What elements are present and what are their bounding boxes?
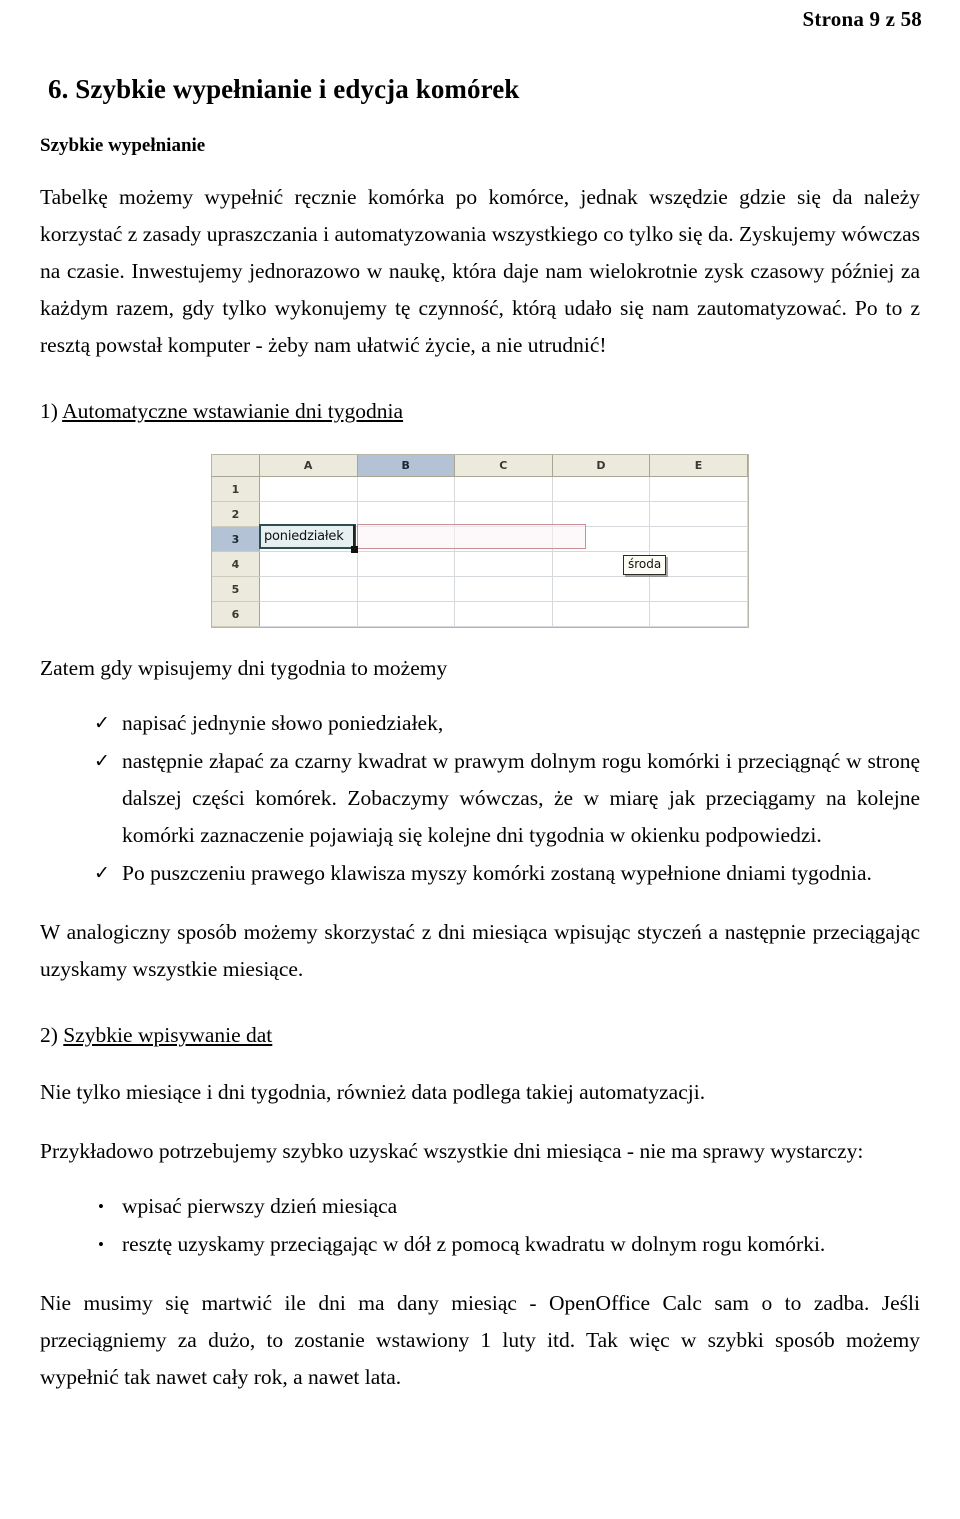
cell-a4[interactable] [259, 551, 358, 577]
row-header-2[interactable]: 2 [212, 501, 260, 527]
page-number-label: Strona 9 z 58 [802, 7, 922, 31]
list-item: ✓ następnie złapać za czarny kwadrat w p… [94, 743, 920, 854]
cell-c5[interactable] [454, 576, 553, 602]
cell-a2[interactable] [259, 501, 358, 527]
bullet-dot-icon: • [98, 1235, 104, 1254]
spreadsheet-grid: A B C D E 1 2 3 4 5 6 [212, 455, 748, 627]
checkmark-icon: ✓ [94, 863, 110, 884]
cell-e3[interactable] [649, 526, 748, 552]
cell-d2[interactable] [552, 501, 651, 527]
checkmark-icon: ✓ [94, 713, 110, 734]
list-item-text: resztę uzyskamy przeciągając w dół z pom… [122, 1232, 826, 1256]
section-1-closing-paragraph: W analogiczny sposób możemy skorzystać z… [40, 920, 920, 981]
bullet-dot-icon: • [98, 1197, 104, 1216]
spreadsheet-figure: A B C D E 1 2 3 4 5 6 poniedziałek środa [32, 454, 928, 628]
spreadsheet-row: 3 [212, 526, 748, 552]
column-header-d[interactable]: D [552, 455, 651, 477]
cell-d3[interactable] [552, 526, 651, 552]
cell-e1[interactable] [649, 476, 748, 502]
section-2-title: Szybkie wpisywanie dat [63, 1023, 273, 1047]
intro-paragraph: Tabelkę możemy wypełnić ręcznie komórka … [40, 185, 920, 357]
cell-b1[interactable] [357, 476, 456, 502]
cell-c3[interactable] [454, 526, 553, 552]
column-header-e[interactable]: E [649, 455, 748, 477]
cell-b6[interactable] [357, 601, 456, 627]
section-1-title: Automatyczne wstawianie dni tygodnia [62, 399, 404, 423]
cell-c6[interactable] [454, 601, 553, 627]
section-2-number: 2) [40, 1023, 58, 1047]
cell-d1[interactable] [552, 476, 651, 502]
column-header-b[interactable]: B [357, 455, 456, 477]
cell-b5[interactable] [357, 576, 456, 602]
row-header-3[interactable]: 3 [212, 526, 260, 552]
section-2-paragraph-2: Przykładowo potrzebujemy szybko uzyskać … [40, 1139, 864, 1163]
section-1-bullet-list: ✓ napisać jednynie słowo poniedziałek, ✓… [32, 705, 928, 892]
section-2-bullet-list: • wpisać pierwszy dzień miesiąca • reszt… [32, 1188, 928, 1263]
list-item: ✓ Po puszczeniu prawego klawisza myszy k… [94, 855, 920, 892]
document-page: Strona 9 z 58 6. Szybkie wypełnianie i e… [0, 0, 960, 1519]
spreadsheet-row: 4 [212, 551, 748, 577]
list-item: ✓ napisać jednynie słowo poniedziałek, [94, 705, 920, 742]
cell-a6[interactable] [259, 601, 358, 627]
row-header-6[interactable]: 6 [212, 601, 260, 627]
list-item-text: Po puszczeniu prawego klawisza myszy kom… [122, 861, 872, 885]
cell-e6[interactable] [649, 601, 748, 627]
cell-e2[interactable] [649, 501, 748, 527]
cell-b3[interactable] [357, 526, 456, 552]
cell-e5[interactable] [649, 576, 748, 602]
cell-c2[interactable] [454, 501, 553, 527]
cell-a5[interactable] [259, 576, 358, 602]
cell-d4[interactable] [552, 551, 651, 577]
row-header-5[interactable]: 5 [212, 576, 260, 602]
spreadsheet-row: 1 [212, 476, 748, 502]
row-header-4[interactable]: 4 [212, 551, 260, 577]
cell-a1[interactable] [259, 476, 358, 502]
spreadsheet-column-header-row: A B C D E [212, 455, 748, 477]
text-cursor-caret [353, 525, 355, 546]
section-2-heading: 2) Szybkie wpisywanie dat [40, 1018, 928, 1052]
column-header-a[interactable]: A [259, 455, 358, 477]
cell-c4[interactable] [454, 551, 553, 577]
list-item-text: napisać jednynie słowo poniedziałek, [122, 711, 444, 735]
section-1-number: 1) [40, 399, 58, 423]
section-2-paragraph-1: Nie tylko miesiące i dni tygodnia, równi… [40, 1080, 706, 1104]
list-item: • resztę uzyskamy przeciągając w dół z p… [94, 1226, 920, 1263]
spreadsheet-screenshot: A B C D E 1 2 3 4 5 6 poniedziałek środa [211, 454, 749, 628]
cell-e4[interactable] [649, 551, 748, 577]
cell-d6[interactable] [552, 601, 651, 627]
checkmark-icon: ✓ [94, 751, 110, 772]
row-header-1[interactable]: 1 [212, 476, 260, 502]
section-2-closing-paragraph: Nie musimy się martwić ile dni ma dany m… [40, 1291, 920, 1389]
list-item: • wpisać pierwszy dzień miesiąca [94, 1188, 920, 1225]
list-item-text: następnie złapać za czarny kwadrat w pra… [122, 749, 920, 847]
spreadsheet-row: 5 [212, 576, 748, 602]
section-1-heading: 1) Automatyczne wstawianie dni tygodnia [40, 394, 928, 428]
cell-b2[interactable] [357, 501, 456, 527]
spreadsheet-row: 2 [212, 501, 748, 527]
chapter-title: 6. Szybkie wypełnianie i edycja komórek [48, 74, 520, 104]
cell-a3[interactable] [259, 526, 358, 552]
list-item-text: wpisać pierwszy dzień miesiąca [122, 1194, 398, 1218]
section-subheading: Szybkie wypełnianie [40, 135, 206, 156]
column-header-c[interactable]: C [454, 455, 553, 477]
page-header: Strona 9 z 58 [32, 0, 928, 38]
cell-b4[interactable] [357, 551, 456, 577]
section-1-lead-in: Zatem gdy wpisujemy dni tygodnia to może… [40, 656, 448, 680]
cell-d5[interactable] [552, 576, 651, 602]
spreadsheet-row: 6 [212, 601, 748, 627]
cell-c1[interactable] [454, 476, 553, 502]
select-all-corner[interactable] [212, 455, 260, 477]
